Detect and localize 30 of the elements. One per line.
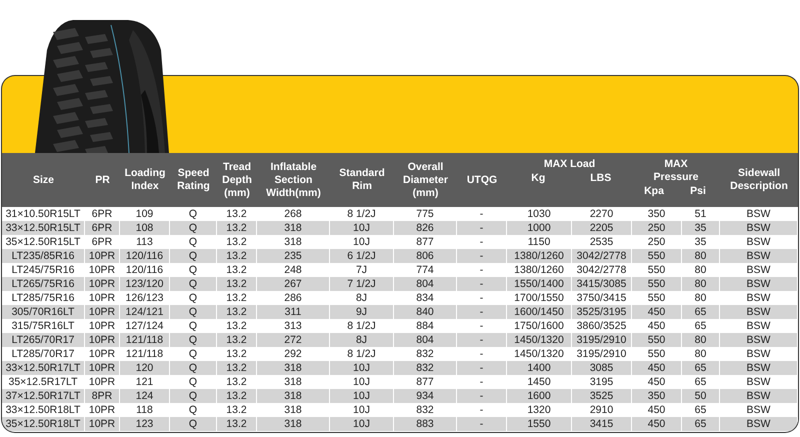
header-label: Speed Rating — [177, 167, 210, 193]
table-cell: Q — [170, 417, 217, 431]
header-label: Loading Index — [124, 167, 166, 193]
header-label: MAX Pressure — [654, 158, 698, 184]
header-label: Tread Depth (mm) — [222, 160, 252, 200]
header-label: Standard Rim — [339, 167, 385, 193]
table-cell: 65 — [682, 417, 720, 431]
table-cell: 123 — [120, 417, 170, 431]
table-cell: 10PR — [85, 417, 120, 431]
table-cell: 13.2 — [217, 417, 257, 431]
table-cell: 883 — [394, 417, 457, 431]
table-cell: BSW — [720, 417, 798, 431]
header-label: Kpa — [644, 185, 664, 198]
header-label: Overall Diameter (mm) — [403, 160, 448, 200]
table-cell: 10J — [330, 417, 394, 431]
header-label: MAX Load — [544, 158, 596, 171]
table-cell: 450 — [632, 417, 682, 431]
header-label: PR — [95, 174, 110, 186]
header-label: Kg — [531, 172, 546, 185]
header-label: Inflatable Section Width(mm) — [266, 160, 321, 200]
header-label: Sidewall Description — [730, 167, 788, 193]
table-cell: - — [457, 417, 507, 431]
table-cell: 318 — [257, 417, 330, 431]
header-label: Size — [32, 174, 54, 186]
header-label: LBS — [590, 172, 612, 185]
header-label: Psi — [690, 185, 706, 198]
table-cell: 35×12.50R18LT — [2, 417, 85, 431]
table-cell: 3415 — [572, 417, 632, 431]
header-label: UTQG — [466, 174, 498, 186]
table-cell: 1550 — [507, 417, 572, 431]
